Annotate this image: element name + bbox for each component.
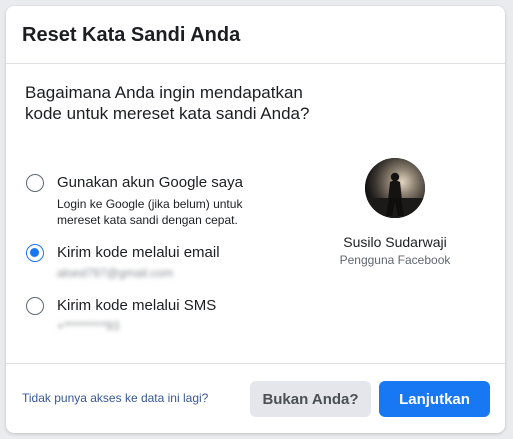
dialog-footer: Tidak punya akses ke data ini lagi? Buka… [6, 364, 505, 433]
phone-number-masked: +*********93 [57, 319, 120, 333]
dialog-body: Bagaimana Anda ingin mendapatkan kode un… [6, 64, 505, 364]
profile-subtitle: Pengguna Facebook [339, 253, 451, 267]
question-text: Bagaimana Anda ingin mendapatkan kode un… [25, 83, 310, 123]
option-sms[interactable]: Kirim kode melalui SMS +*********93 [26, 297, 216, 333]
dialog-title: Reset Kata Sandi Anda [22, 24, 241, 46]
avatar [365, 158, 425, 218]
email-radio[interactable] [26, 244, 44, 262]
profile-name: Susilo Sudarwaji [343, 234, 447, 250]
dialog-header: Reset Kata Sandi Anda [6, 6, 505, 64]
email-address-masked: aloed797@gmail.com [57, 266, 174, 280]
google-option-description: Login ke Google (jika belum) untuk meres… [57, 197, 243, 227]
email-option-label: Kirim kode melalui email [57, 244, 220, 261]
option-email[interactable]: Kirim kode melalui email aloed797@gmail.… [26, 244, 220, 280]
profile-card: Susilo Sudarwaji Pengguna Facebook [320, 158, 470, 268]
continue-button[interactable]: Lanjutkan [379, 381, 490, 417]
sms-radio[interactable] [26, 297, 44, 315]
option-google[interactable]: Gunakan akun Google saya Login ke Google… [26, 174, 247, 228]
not-you-button[interactable]: Bukan Anda? [250, 381, 371, 417]
reset-password-dialog: Reset Kata Sandi Anda Bagaimana Anda ing… [6, 6, 505, 433]
sms-option-label: Kirim kode melalui SMS [57, 297, 217, 314]
profile-photo-icon [365, 158, 425, 218]
google-option-label: Gunakan akun Google saya [57, 174, 243, 191]
google-radio[interactable] [26, 174, 44, 192]
no-access-link[interactable]: Tidak punya akses ke data ini lagi? [22, 391, 208, 405]
